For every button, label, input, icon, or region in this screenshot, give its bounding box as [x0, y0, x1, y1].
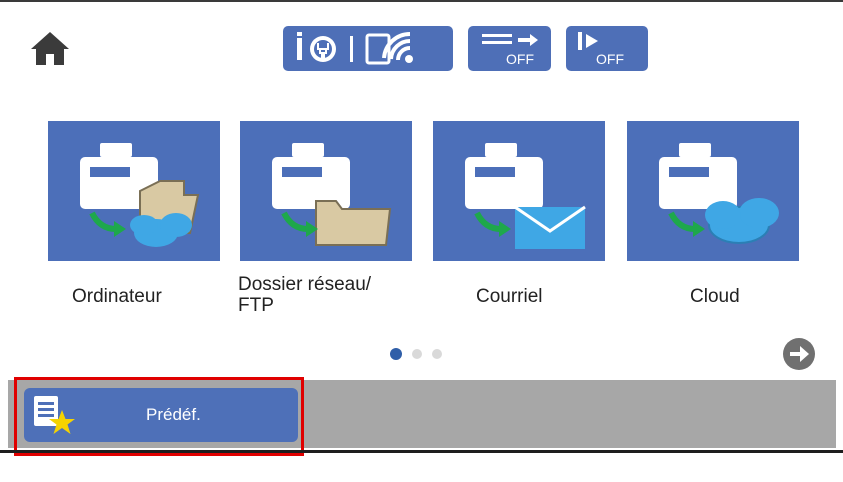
highlight-box [14, 377, 304, 456]
frame-top-border [0, 0, 843, 2]
tile-label-cloud: Cloud [690, 286, 740, 307]
page-dot [432, 349, 442, 359]
fax-forward-status-button[interactable]: OFF [468, 26, 551, 71]
page-dot-active [390, 348, 402, 360]
tile-cloud[interactable] [627, 121, 799, 261]
quiet-mode-status-button[interactable]: OFF [566, 26, 648, 71]
tile-courriel[interactable] [433, 121, 605, 261]
page-dot [412, 349, 422, 359]
network-status-button[interactable] [283, 26, 453, 71]
tile-label-ordinateur: Ordinateur [72, 286, 162, 307]
tile-label-courriel: Courriel [476, 286, 543, 307]
status-divider [350, 36, 353, 62]
wifi-icon [365, 31, 413, 65]
wifi-direct-icon [297, 32, 336, 62]
frame-bottom-border [0, 450, 843, 453]
off-label: OFF [506, 51, 534, 67]
next-page-icon[interactable] [782, 337, 816, 371]
off-label: OFF [596, 51, 624, 67]
tile-ordinateur[interactable] [48, 121, 220, 261]
tile-dossier-reseau[interactable] [240, 121, 412, 261]
scan-menu-screen: OFF OFF Ordinateur Dossier réseau/ FTP C… [0, 0, 843, 482]
network-folder-scan-icon [272, 143, 392, 246]
page-indicator [390, 348, 460, 362]
cloud-scan-icon [659, 143, 779, 244]
quiet-mode-off-icon: OFF [578, 32, 624, 67]
email-scan-icon [465, 143, 586, 249]
tile-label-dossier-reseau: Dossier réseau/ FTP [238, 274, 372, 316]
computer-scan-icon [80, 143, 200, 247]
home-icon[interactable] [30, 30, 70, 66]
fax-forward-off-icon: OFF [482, 34, 538, 67]
